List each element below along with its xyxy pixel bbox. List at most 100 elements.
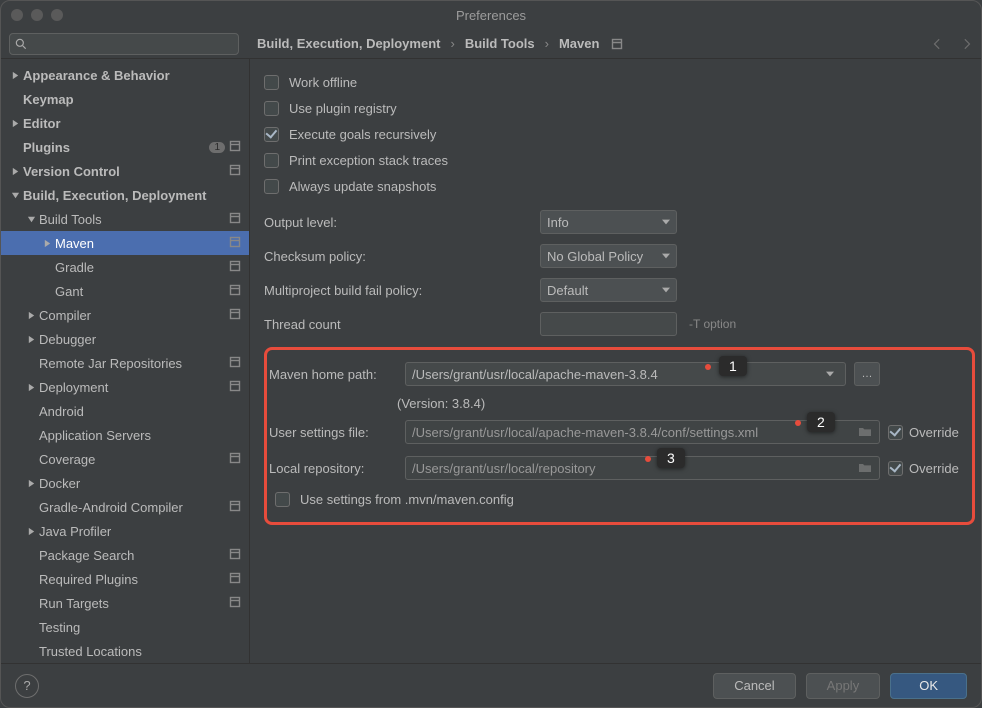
- project-indicator-icon: [229, 500, 241, 515]
- local-repo-value: /Users/grant/usr/local/repository: [412, 461, 596, 476]
- chevron-right-icon[interactable]: [23, 527, 39, 536]
- sidebar-item[interactable]: Required Plugins: [1, 567, 249, 591]
- breadcrumb-seg[interactable]: Build, Execution, Deployment: [257, 36, 440, 51]
- sidebar-item-label: Appearance & Behavior: [23, 68, 241, 83]
- cancel-button[interactable]: Cancel: [713, 673, 795, 699]
- apply-button[interactable]: Apply: [806, 673, 881, 699]
- nav-back-icon[interactable]: [931, 37, 945, 51]
- sidebar-item[interactable]: Testing: [1, 615, 249, 639]
- chevron-right-icon[interactable]: [23, 311, 39, 320]
- sidebar-item-label: Editor: [23, 116, 241, 131]
- sidebar-item[interactable]: Android: [1, 399, 249, 423]
- search-input[interactable]: [32, 37, 234, 51]
- sidebar-item-label: Gradle-Android Compiler: [39, 500, 229, 515]
- output-level-select[interactable]: Info: [540, 210, 677, 234]
- project-indicator-icon: [229, 284, 241, 299]
- sidebar-item[interactable]: Build Tools: [1, 207, 249, 231]
- help-button[interactable]: ?: [15, 674, 39, 698]
- override-repo-checkbox[interactable]: [888, 461, 903, 476]
- chevron-down-icon: [662, 218, 670, 226]
- chevron-right-icon[interactable]: [7, 167, 23, 176]
- sidebar-item[interactable]: Compiler: [1, 303, 249, 327]
- project-indicator-icon: [229, 236, 241, 251]
- chevron-right-icon[interactable]: [39, 239, 55, 248]
- footer: ? Cancel Apply OK: [1, 663, 981, 707]
- sidebar-item-label: Keymap: [23, 92, 241, 107]
- output-level-label: Output level:: [264, 215, 540, 230]
- sidebar-item[interactable]: Maven: [1, 231, 249, 255]
- fail-policy-select[interactable]: Default: [540, 278, 677, 302]
- breadcrumb-seg[interactable]: Maven: [559, 36, 599, 51]
- sidebar-item-label: Deployment: [39, 380, 229, 395]
- sidebar-item[interactable]: Package Search: [1, 543, 249, 567]
- always-update-checkbox[interactable]: [264, 179, 279, 194]
- sidebar-item-label: Run Targets: [39, 596, 229, 611]
- thread-count-label: Thread count: [264, 317, 540, 332]
- print-exception-label: Print exception stack traces: [289, 153, 448, 168]
- print-exception-checkbox[interactable]: [264, 153, 279, 168]
- sidebar-item-label: Docker: [39, 476, 241, 491]
- local-repo-input[interactable]: /Users/grant/usr/local/repository: [405, 456, 880, 480]
- folder-icon[interactable]: [857, 424, 873, 440]
- nav-forward-icon[interactable]: [959, 37, 973, 51]
- titlebar: Preferences: [1, 1, 981, 29]
- sidebar-item[interactable]: Run Targets: [1, 591, 249, 615]
- chevron-right-icon[interactable]: [7, 119, 23, 128]
- user-settings-label: User settings file:: [267, 425, 397, 440]
- sidebar-item[interactable]: Application Servers: [1, 423, 249, 447]
- sidebar-item[interactable]: Build, Execution, Deployment: [1, 183, 249, 207]
- mvn-config-checkbox[interactable]: [275, 492, 290, 507]
- execute-goals-checkbox[interactable]: [264, 127, 279, 142]
- checksum-select[interactable]: No Global Policy: [540, 244, 677, 268]
- sidebar-item[interactable]: Remote Jar Repositories: [1, 351, 249, 375]
- chevron-down-icon[interactable]: [23, 215, 39, 224]
- content-panel: Work offline Use plugin registry Execute…: [250, 59, 981, 663]
- chevron-right-icon[interactable]: [23, 479, 39, 488]
- chevron-right-icon[interactable]: [23, 335, 39, 344]
- sidebar-item-label: Gant: [55, 284, 229, 299]
- chevron-right-icon[interactable]: [7, 71, 23, 80]
- sidebar-item[interactable]: Editor: [1, 111, 249, 135]
- sidebar-item-label: Required Plugins: [39, 572, 229, 587]
- project-indicator-icon: [229, 596, 241, 611]
- sidebar-item-label: Java Profiler: [39, 524, 241, 539]
- work-offline-checkbox[interactable]: [264, 75, 279, 90]
- sidebar-item[interactable]: Keymap: [1, 87, 249, 111]
- folder-icon[interactable]: [857, 460, 873, 476]
- traffic-close[interactable]: [11, 9, 23, 21]
- chevron-down-icon[interactable]: [7, 191, 23, 200]
- sidebar-item[interactable]: Trusted Locations: [1, 639, 249, 663]
- sidebar-item[interactable]: Docker: [1, 471, 249, 495]
- chevron-right-icon[interactable]: [23, 383, 39, 392]
- sidebar-item[interactable]: Appearance & Behavior: [1, 63, 249, 87]
- maven-home-value: /Users/grant/usr/local/apache-maven-3.8.…: [412, 367, 658, 382]
- fail-policy-label: Multiproject build fail policy:: [264, 283, 540, 298]
- sidebar-item[interactable]: Debugger: [1, 327, 249, 351]
- sidebar-item-label: Package Search: [39, 548, 229, 563]
- breadcrumb-seg[interactable]: Build Tools: [465, 36, 535, 51]
- chevron-down-icon: [826, 370, 834, 378]
- maven-home-browse-button[interactable]: …: [854, 362, 880, 386]
- traffic-min[interactable]: [31, 9, 43, 21]
- sidebar-item-label: Build, Execution, Deployment: [23, 188, 241, 203]
- sidebar-item[interactable]: Gant: [1, 279, 249, 303]
- sidebar-item-label: Gradle: [55, 260, 229, 275]
- sidebar-item[interactable]: Coverage: [1, 447, 249, 471]
- plugin-registry-checkbox[interactable]: [264, 101, 279, 116]
- sidebar-item[interactable]: Deployment: [1, 375, 249, 399]
- ok-button[interactable]: OK: [890, 673, 967, 699]
- maven-home-combo[interactable]: /Users/grant/usr/local/apache-maven-3.8.…: [405, 362, 846, 386]
- sidebar-item[interactable]: Plugins1: [1, 135, 249, 159]
- sidebar-item[interactable]: Gradle: [1, 255, 249, 279]
- thread-count-input[interactable]: [540, 312, 677, 336]
- search-box[interactable]: [9, 33, 239, 55]
- sidebar-item[interactable]: Java Profiler: [1, 519, 249, 543]
- traffic-max[interactable]: [51, 9, 63, 21]
- sidebar-item[interactable]: Version Control: [1, 159, 249, 183]
- sidebar-item[interactable]: Gradle-Android Compiler: [1, 495, 249, 519]
- chevron-down-icon: [662, 286, 670, 294]
- sidebar-item-label: Trusted Locations: [39, 644, 241, 659]
- local-repo-label: Local repository:: [267, 461, 397, 476]
- maven-home-label: Maven home path:: [267, 367, 397, 382]
- override-settings-checkbox[interactable]: [888, 425, 903, 440]
